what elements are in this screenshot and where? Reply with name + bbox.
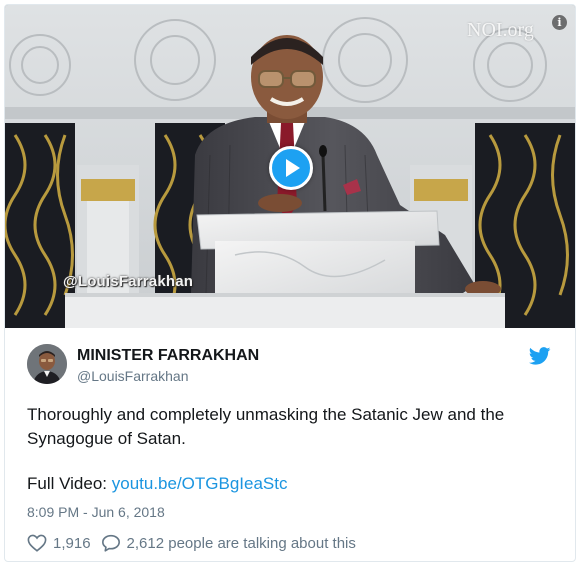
- video-watermark: @LouisFarrakhan: [63, 273, 194, 290]
- display-name[interactable]: MINISTER FARRAKHAN: [77, 347, 259, 365]
- tweet-actions: 1,916 2,612 people are talking about thi…: [27, 532, 356, 554]
- tweet-text: Thoroughly and completely unmasking the …: [27, 405, 505, 448]
- tweet-timestamp[interactable]: 8:09 PM - Jun 6, 2018: [27, 504, 165, 520]
- speech-bubble-icon: [101, 534, 120, 552]
- play-button[interactable]: [269, 146, 313, 190]
- full-video-line: Full Video: youtu.be/OTGBgIeaStc: [27, 474, 288, 494]
- like-button[interactable]: 1,916: [27, 534, 91, 552]
- video-thumbnail[interactable]: NOI.org i @LouisFarrakhan: [5, 5, 575, 328]
- profile-photo: [27, 344, 67, 384]
- full-video-label: Full Video:: [27, 474, 112, 493]
- user-handle[interactable]: @LouisFarrakhan: [77, 368, 189, 384]
- play-icon: [286, 159, 300, 177]
- info-icon[interactable]: i: [552, 15, 567, 30]
- like-count: 1,916: [53, 534, 91, 552]
- avatar[interactable]: [27, 344, 67, 384]
- twitter-bird-icon[interactable]: [529, 347, 551, 365]
- heart-icon: [27, 534, 47, 552]
- noi-logo: NOI.org: [467, 19, 534, 41]
- reply-conversation-button[interactable]: 2,612 people are talking about this: [101, 534, 356, 552]
- video-link[interactable]: youtu.be/OTGBgIeaStc: [112, 474, 288, 493]
- tweet-embed-card: NOI.org i @LouisFarrakhan MINISTER FARRA…: [4, 4, 576, 562]
- talking-count: 2,612 people are talking about this: [126, 534, 356, 552]
